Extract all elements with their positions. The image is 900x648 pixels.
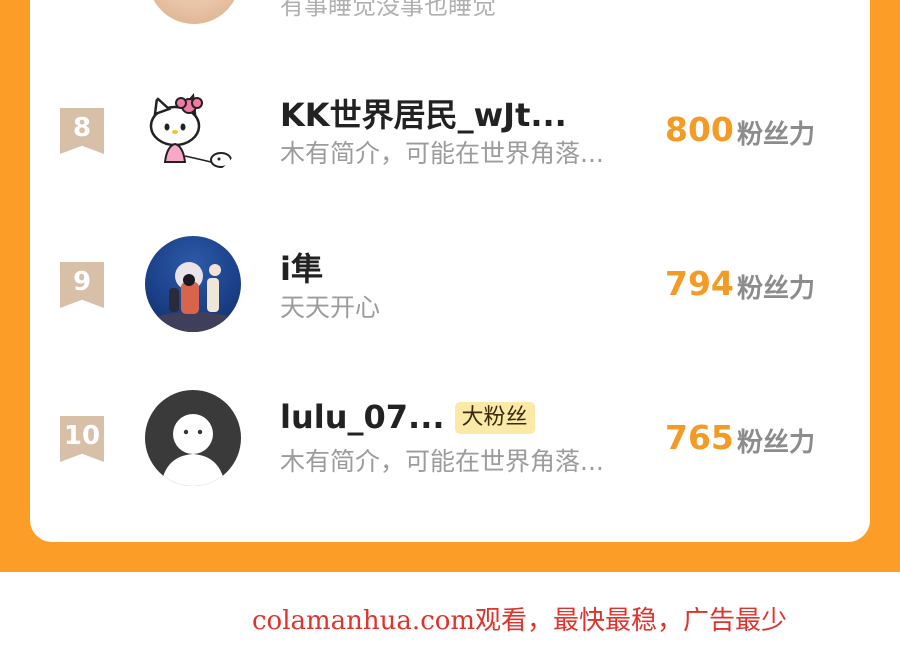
leaderboard-row[interactable]: 10 lulu_07... 大粉丝 木有简介，可能在世界角落... 765 粉丝力 <box>0 378 900 498</box>
fans-count: 794 <box>665 264 734 303</box>
user-bio: 木有简介，可能在世界角落... <box>280 447 604 476</box>
rank-badge: 10 <box>60 416 104 462</box>
user-name: lulu_07... 大粉丝 <box>280 398 535 436</box>
fans-label: 粉丝力 <box>737 428 816 458</box>
user-bio: 木有简介，可能在世界角落... <box>280 139 604 168</box>
fans-count: 765 <box>665 418 734 457</box>
night-scene-photo <box>145 262 241 332</box>
hello-kitty-icon <box>149 92 232 168</box>
user-name-text: lulu_07... <box>280 398 445 436</box>
site-watermark: colamanhua.com观看，最快最稳，广告最少 <box>252 606 788 636</box>
leaderboard-row[interactable]: 9 i隼 天天开心 794 粉丝力 <box>0 224 900 344</box>
avatar[interactable] <box>145 390 241 486</box>
rank-badge: 8 <box>60 108 104 154</box>
fans-count: 800 <box>665 110 734 149</box>
rank-badge: 9 <box>60 262 104 308</box>
user-name: i隼 <box>280 250 323 288</box>
user-bio: 有事睡觉没事也睡觉 <box>280 0 496 20</box>
big-fan-badge: 大粉丝 <box>454 402 535 434</box>
avatar[interactable] <box>145 236 241 332</box>
user-bio: 天天开心 <box>280 293 381 322</box>
leaderboard-row[interactable]: 8 KK世界居民_wJt... 木有简介，可能在世界角落... 800 粉丝力 <box>0 70 900 190</box>
fans-label: 粉丝力 <box>737 120 816 150</box>
avatar[interactable] <box>145 82 241 178</box>
user-name: KK世界居民_wJt... <box>280 96 567 134</box>
fans-label: 粉丝力 <box>737 274 816 304</box>
default-user-icon <box>161 414 225 486</box>
